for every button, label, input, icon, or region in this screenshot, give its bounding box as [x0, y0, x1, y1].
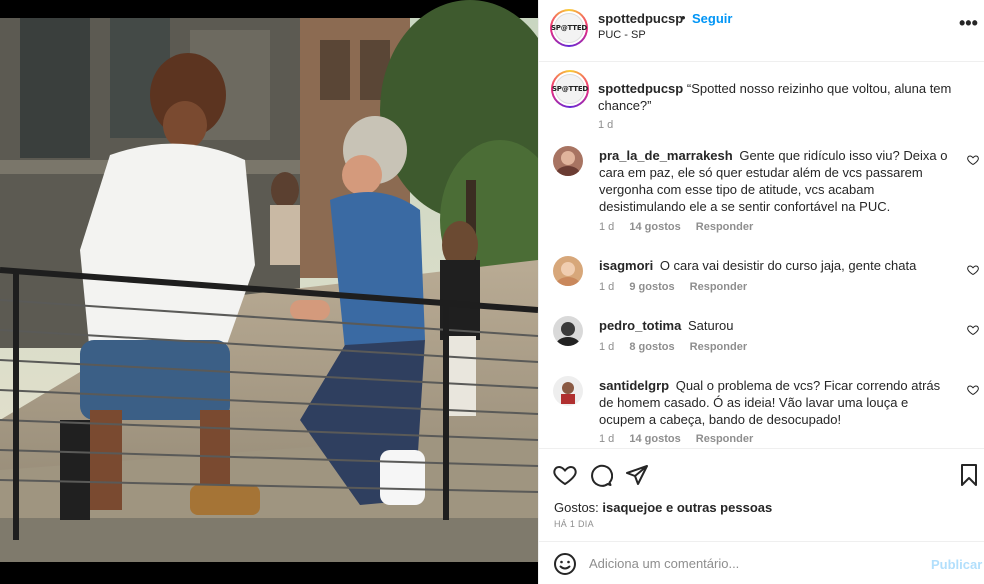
caption-username[interactable]: spottedpucsp [598, 81, 683, 96]
author-avatar[interactable]: SP@TTED [550, 9, 588, 47]
reply-button[interactable]: Responder [696, 221, 753, 233]
comment-meta: 1 d 8 gostos Responder [599, 341, 759, 353]
heart-icon[interactable] [967, 384, 979, 396]
more-horizontal-icon[interactable]: ••• [959, 13, 978, 34]
post-photo-illustration [0, 0, 538, 584]
comment-likes[interactable]: 9 gostos [629, 281, 674, 293]
commenter-avatar[interactable] [553, 316, 583, 346]
likes-summary[interactable]: Gostos: isaquejoe e outras pessoas [554, 500, 772, 515]
commenter-avatar[interactable] [553, 256, 583, 286]
reply-button[interactable]: Responder [690, 281, 747, 293]
comment-time: 1 d [599, 281, 615, 293]
commenter-username[interactable]: santidelgrp [599, 378, 669, 393]
comment-text: pra_la_de_marrakesh Gente que ridículo i… [599, 147, 949, 215]
comment-text: isagmori O cara vai desistir do curso ja… [599, 257, 949, 274]
commenter-username[interactable]: pedro_totima [599, 318, 681, 333]
commenter-avatar[interactable] [553, 146, 583, 176]
post-location[interactable]: PUC - SP [598, 29, 646, 41]
comment-text: santidelgrp Qual o problema de vcs? Fica… [599, 377, 949, 428]
comment-meta: 1 d 14 gostos Responder [599, 221, 765, 233]
caption-avatar[interactable]: SP@TTED [551, 70, 589, 108]
comment-body: O cara vai desistir do curso jaja, gente… [659, 258, 917, 273]
post-panel: SP@TTED spottedpucsp • Seguir PUC - SP •… [538, 0, 984, 584]
comment-meta: 1 d 9 gostos Responder [599, 281, 759, 293]
share-icon[interactable] [625, 463, 649, 487]
publish-button[interactable]: Publicar [931, 557, 982, 572]
comment-body: Saturou [687, 318, 734, 333]
comment-meta: 1 d 14 gostos Responder [599, 433, 765, 445]
comment-icon[interactable] [589, 463, 613, 487]
comment-time: 1 d [599, 433, 615, 445]
comment-time: 1 d [599, 221, 615, 233]
post-date: HÁ 1 DIA [554, 519, 594, 529]
commenter-username[interactable]: isagmori [599, 258, 653, 273]
bookmark-icon[interactable] [957, 463, 981, 487]
commenter-username[interactable]: pra_la_de_marrakesh [599, 148, 733, 163]
heart-icon[interactable] [553, 463, 577, 487]
comment-likes[interactable]: 14 gostos [629, 433, 680, 445]
spotted-logo: SP@TTED [551, 13, 587, 43]
commenter-avatar[interactable] [553, 376, 583, 406]
likes-prefix: Gostos: [554, 500, 599, 515]
comment-time: 1 d [599, 341, 615, 353]
reply-button[interactable]: Responder [690, 341, 747, 353]
post-photo[interactable] [0, 0, 538, 584]
separator-dot: • [681, 10, 686, 25]
likes-names[interactable]: isaquejoe e outras pessoas [602, 500, 772, 515]
emoji-icon[interactable] [553, 552, 577, 576]
heart-icon[interactable] [967, 154, 979, 166]
spotted-logo: SP@TTED [552, 74, 588, 104]
comment-likes[interactable]: 8 gostos [629, 341, 674, 353]
comments-list[interactable]: SP@TTED spottedpucsp “Spotted nosso reiz… [539, 62, 984, 448]
post-header: SP@TTED spottedpucsp • Seguir PUC - SP •… [539, 0, 984, 62]
follow-button[interactable]: Seguir [692, 11, 732, 26]
heart-icon[interactable] [967, 264, 979, 276]
post-actions: Gostos: isaquejoe e outras pessoas HÁ 1 … [539, 448, 984, 536]
comment-text: pedro_totima Saturou [599, 317, 949, 334]
comment-likes[interactable]: 14 gostos [629, 221, 680, 233]
comment-input[interactable] [589, 551, 909, 575]
caption-time: 1 d [598, 119, 614, 131]
heart-icon[interactable] [967, 324, 979, 336]
author-username[interactable]: spottedpucsp [598, 11, 683, 26]
caption-text: spottedpucsp “Spotted nosso reizinho que… [598, 80, 953, 114]
reply-button[interactable]: Responder [696, 433, 753, 445]
add-comment-bar: Publicar [539, 541, 984, 584]
